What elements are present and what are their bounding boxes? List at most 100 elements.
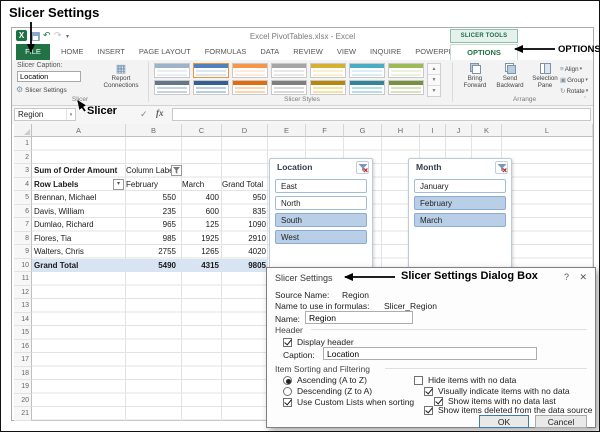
slicer-item-east[interactable]: East	[275, 179, 367, 193]
slicer-style-thumb[interactable]	[310, 63, 346, 78]
ribbon-tab-insert[interactable]: INSERT	[91, 44, 132, 60]
row-header-8[interactable]: 8	[14, 231, 32, 245]
column-header-e[interactable]: E	[268, 124, 306, 137]
slicer-style-thumb[interactable]	[154, 80, 190, 95]
column-header-l[interactable]: L	[502, 124, 593, 137]
ribbon-tab-options[interactable]: OPTIONS	[450, 44, 518, 60]
ribbon-tab-data[interactable]: DATA	[253, 44, 286, 60]
ascending-radio[interactable]	[283, 376, 292, 385]
pivot-row-label[interactable]: Flores, Tia	[34, 232, 124, 246]
slicer-style-thumb[interactable]	[193, 80, 229, 95]
pivot-value-total[interactable]: 4020	[222, 245, 266, 259]
selection-pane-button[interactable]: Selection Pane	[528, 63, 562, 94]
ribbon-tab-page-layout[interactable]: PAGE LAYOUT	[132, 44, 198, 60]
fx-icon[interactable]: fx	[156, 108, 164, 118]
pivot-grand-total-february[interactable]: 5490	[126, 259, 176, 273]
ribbon-tab-formulas[interactable]: FORMULAS	[198, 44, 254, 60]
ok-button[interactable]: OK	[479, 415, 529, 428]
name-box-dropdown-icon[interactable]: ▾	[66, 109, 75, 120]
pivot-value-february[interactable]: 965	[126, 218, 176, 232]
hide-items-checkbox[interactable]	[414, 376, 423, 385]
bring-forward-button[interactable]: Bring Forward	[458, 63, 492, 94]
row-header-12[interactable]: 12	[14, 285, 32, 299]
enter-icon[interactable]: ✓	[140, 109, 148, 120]
pivot-value-total[interactable]: 1090	[222, 218, 266, 232]
formula-input[interactable]	[172, 108, 591, 121]
pivot-grand-total-total[interactable]: 9805	[222, 259, 266, 273]
slicer-style-thumb[interactable]	[388, 63, 424, 78]
slicer-settings-button[interactable]: ⚙ Slicer Settings	[16, 86, 67, 94]
pivot-value-total[interactable]: 2910	[222, 232, 266, 246]
column-header-i[interactable]: I	[420, 124, 446, 137]
slicer-style-thumb[interactable]	[232, 80, 268, 95]
row-header-11[interactable]: 11	[14, 272, 32, 286]
gallery-scroll-up-icon[interactable]: ▲	[428, 64, 440, 75]
row-header-4[interactable]: 4	[14, 177, 32, 191]
ribbon-tab-view[interactable]: VIEW	[330, 44, 363, 60]
display-header-checkbox[interactable]	[283, 338, 292, 347]
slicer-style-thumb[interactable]	[349, 63, 385, 78]
align-button[interactable]: ≡ Align ▾	[560, 64, 594, 74]
collapse-ribbon-icon[interactable]: ˆ	[584, 97, 586, 104]
ribbon-tab-inquire[interactable]: INQUIRE	[363, 44, 408, 60]
report-connections-button[interactable]: ▦ Report Connections	[96, 64, 146, 90]
column-header-d[interactable]: D	[222, 124, 268, 137]
row-header-6[interactable]: 6	[14, 204, 32, 218]
row-header-5[interactable]: 5	[14, 191, 32, 205]
row-header-10[interactable]: 10	[14, 258, 32, 272]
row-header-2[interactable]: 2	[14, 150, 32, 164]
slicer-style-thumb[interactable]	[271, 80, 307, 95]
group-button[interactable]: ▣ Group ▾	[560, 75, 594, 85]
column-header-k[interactable]: K	[472, 124, 502, 137]
descending-radio[interactable]	[283, 387, 292, 396]
slicer-style-thumb[interactable]	[271, 63, 307, 78]
pivot-row-label[interactable]: Davis, William	[34, 205, 124, 219]
row-header-21[interactable]: 21	[14, 407, 32, 421]
pivot-grand-total-march[interactable]: 4315	[182, 259, 219, 273]
visually-indicate-checkbox[interactable]	[424, 387, 433, 396]
row-header-7[interactable]: 7	[14, 218, 32, 232]
pivot-value-february[interactable]: 2755	[126, 245, 176, 259]
pivot-column-labels-cell[interactable]: Column Labels	[126, 164, 179, 178]
custom-lists-checkbox[interactable]	[283, 398, 292, 407]
pivot-value-march[interactable]: 400	[182, 191, 219, 205]
slicer-item-january[interactable]: January	[414, 179, 506, 193]
row-header-1[interactable]: 1	[14, 137, 32, 151]
pivot-value-february[interactable]: 235	[126, 205, 176, 219]
row-header-13[interactable]: 13	[14, 299, 32, 313]
row-labels-dropdown-icon[interactable]: ▾	[113, 179, 124, 190]
slicer-style-thumb[interactable]	[349, 80, 385, 95]
slicer-location[interactable]: Location East North South West	[269, 158, 373, 282]
slicer-style-thumb[interactable]	[232, 63, 268, 78]
row-header-15[interactable]: 15	[14, 326, 32, 340]
slicer-item-west[interactable]: West	[275, 230, 367, 244]
pivot-value-march[interactable]: 1265	[182, 245, 219, 259]
pivot-grand-total-label[interactable]: Grand Total	[34, 259, 124, 273]
slicer-caption-input[interactable]	[17, 71, 81, 82]
column-header-g[interactable]: G	[344, 124, 382, 137]
column-labels-filter-icon[interactable]	[171, 165, 182, 176]
slicer-item-north[interactable]: North	[275, 196, 367, 210]
slicer-style-thumb[interactable]	[193, 63, 229, 78]
send-backward-button[interactable]: Send Backward	[493, 63, 527, 94]
row-header-18[interactable]: 18	[14, 366, 32, 380]
pivot-row-label[interactable]: Brennan, Michael	[34, 191, 124, 205]
pivot-value-march[interactable]: 600	[182, 205, 219, 219]
pivot-col-header-february[interactable]: February	[126, 178, 176, 192]
slicer-style-thumb[interactable]	[310, 80, 346, 95]
pivot-value-total[interactable]: 950	[222, 191, 266, 205]
column-header-b[interactable]: B	[126, 124, 182, 137]
pivot-value-total[interactable]: 835	[222, 205, 266, 219]
show-deleted-checkbox[interactable]	[424, 406, 433, 415]
pivot-value-march[interactable]: 125	[182, 218, 219, 232]
column-header-c[interactable]: C	[182, 124, 222, 137]
row-header-19[interactable]: 19	[14, 380, 32, 394]
ribbon-tab-file[interactable]: FILE	[16, 44, 50, 60]
column-header-f[interactable]: F	[306, 124, 344, 137]
slicer-item-south[interactable]: South	[275, 213, 367, 227]
pivot-row-label[interactable]: Walters, Chris	[34, 245, 124, 259]
pivot-row-labels-cell[interactable]: Row Labels	[34, 178, 104, 192]
close-icon[interactable]: ✕	[579, 272, 587, 283]
gallery-scroll-down-icon[interactable]: ▼	[428, 75, 440, 86]
row-header-3[interactable]: 3	[14, 164, 32, 178]
